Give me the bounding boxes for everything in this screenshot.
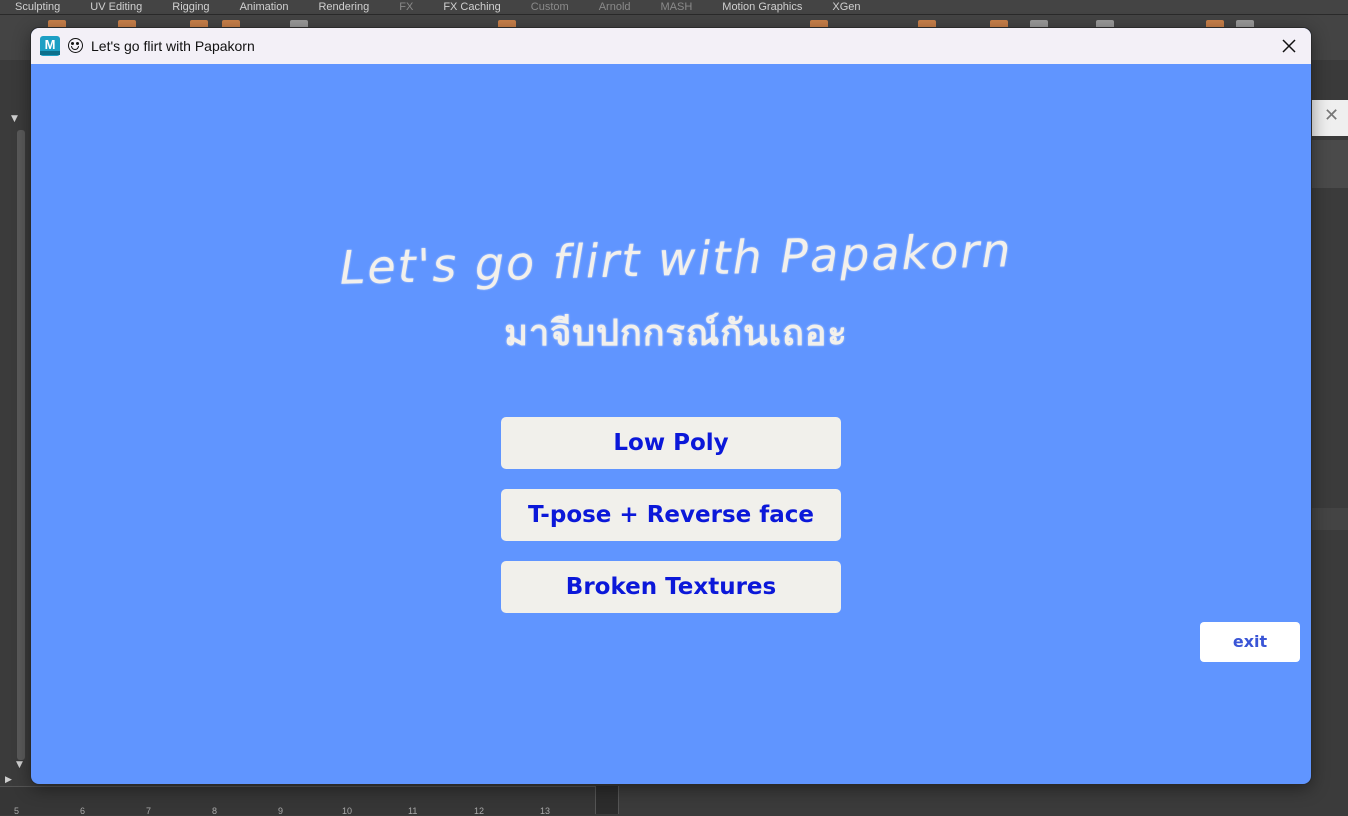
- low-poly-button[interactable]: Low Poly: [501, 417, 841, 469]
- smiley-face-icon: [68, 38, 83, 53]
- time-slider-frame-number: 8: [212, 806, 218, 816]
- shelf-tab-rendering[interactable]: Rendering: [303, 0, 384, 14]
- shelf-tab-xgen[interactable]: XGen: [817, 0, 875, 14]
- time-slider-frame-number: 11: [408, 806, 418, 816]
- time-slider-frame-number: 12: [474, 806, 485, 816]
- shelf-tab-rigging[interactable]: Rigging: [157, 0, 224, 14]
- right-panel-controls[interactable]: [1311, 508, 1348, 530]
- dialog-title-bar[interactable]: M Let's go flirt with Papakorn: [31, 28, 1311, 64]
- time-slider-numbers: 5 6 7 8 9 10 11 12 13: [0, 806, 595, 816]
- dropdown-arrow-icon[interactable]: ▼: [11, 114, 18, 124]
- shelf-tab-sculpting[interactable]: Sculpting: [0, 0, 75, 14]
- scroll-right-arrow-icon[interactable]: ▶: [5, 775, 12, 785]
- maya-app-icon: M: [40, 36, 60, 56]
- shelf-tab-custom[interactable]: Custom: [516, 0, 584, 14]
- bottom-panel-divider: [595, 786, 619, 814]
- shelf-tab-fx-caching[interactable]: FX Caching: [428, 0, 515, 14]
- dialog-content: Let's go flirt with Papakorn มาจีบปกกรณ์…: [31, 64, 1311, 784]
- exit-button[interactable]: exit: [1200, 622, 1300, 662]
- close-button[interactable]: [1267, 28, 1311, 64]
- close-icon: [1282, 39, 1296, 53]
- window-title: Let's go flirt with Papakorn: [91, 38, 255, 54]
- time-slider-frame-number: 6: [80, 806, 86, 816]
- time-slider-frame-number: 7: [146, 806, 152, 816]
- right-panel-close-icon[interactable]: ✕: [1324, 105, 1339, 126]
- broken-textures-button[interactable]: Broken Textures: [501, 561, 841, 613]
- time-slider-frame-number: 5: [14, 806, 20, 816]
- title-banner-image: Let's go flirt with Papakorn มาจีบปกกรณ์…: [331, 223, 1021, 374]
- shelf-tab-animation[interactable]: Animation: [225, 0, 304, 14]
- shelf-tab-arnold[interactable]: Arnold: [584, 0, 646, 14]
- maya-app-icon-band: [40, 51, 60, 55]
- right-panel-block: [1311, 140, 1348, 188]
- smiley-mouth: [71, 46, 79, 50]
- maya-app-icon-letter: M: [44, 37, 56, 52]
- tpose-reverse-face-button[interactable]: T-pose + Reverse face: [501, 489, 841, 541]
- shelf-tab-fx[interactable]: FX: [384, 0, 428, 14]
- time-slider-frame-number: 13: [540, 806, 551, 816]
- banner-thai-text: มาจีบปกกรณ์กันเถอะ: [504, 313, 848, 354]
- smiley-eye-right: [76, 42, 79, 45]
- maya-shelf-tabs: Sculpting UV Editing Rigging Animation R…: [0, 0, 1348, 15]
- scroll-down-arrow-icon[interactable]: ▼: [16, 760, 23, 770]
- banner-english-text: Let's go flirt with Papakorn: [338, 223, 1014, 295]
- time-slider-frame-number: 9: [278, 806, 284, 816]
- left-panel-scrollbar[interactable]: [17, 130, 25, 760]
- shelf-tab-uv-editing[interactable]: UV Editing: [75, 0, 157, 14]
- time-slider-frame-number: 10: [342, 806, 353, 816]
- flirt-dialog-window: M Let's go flirt with Papakorn Let's go …: [31, 28, 1311, 784]
- shelf-tab-motion-graphics[interactable]: Motion Graphics: [707, 0, 817, 14]
- shelf-tab-mash[interactable]: MASH: [646, 0, 708, 14]
- smiley-eye-left: [71, 42, 74, 45]
